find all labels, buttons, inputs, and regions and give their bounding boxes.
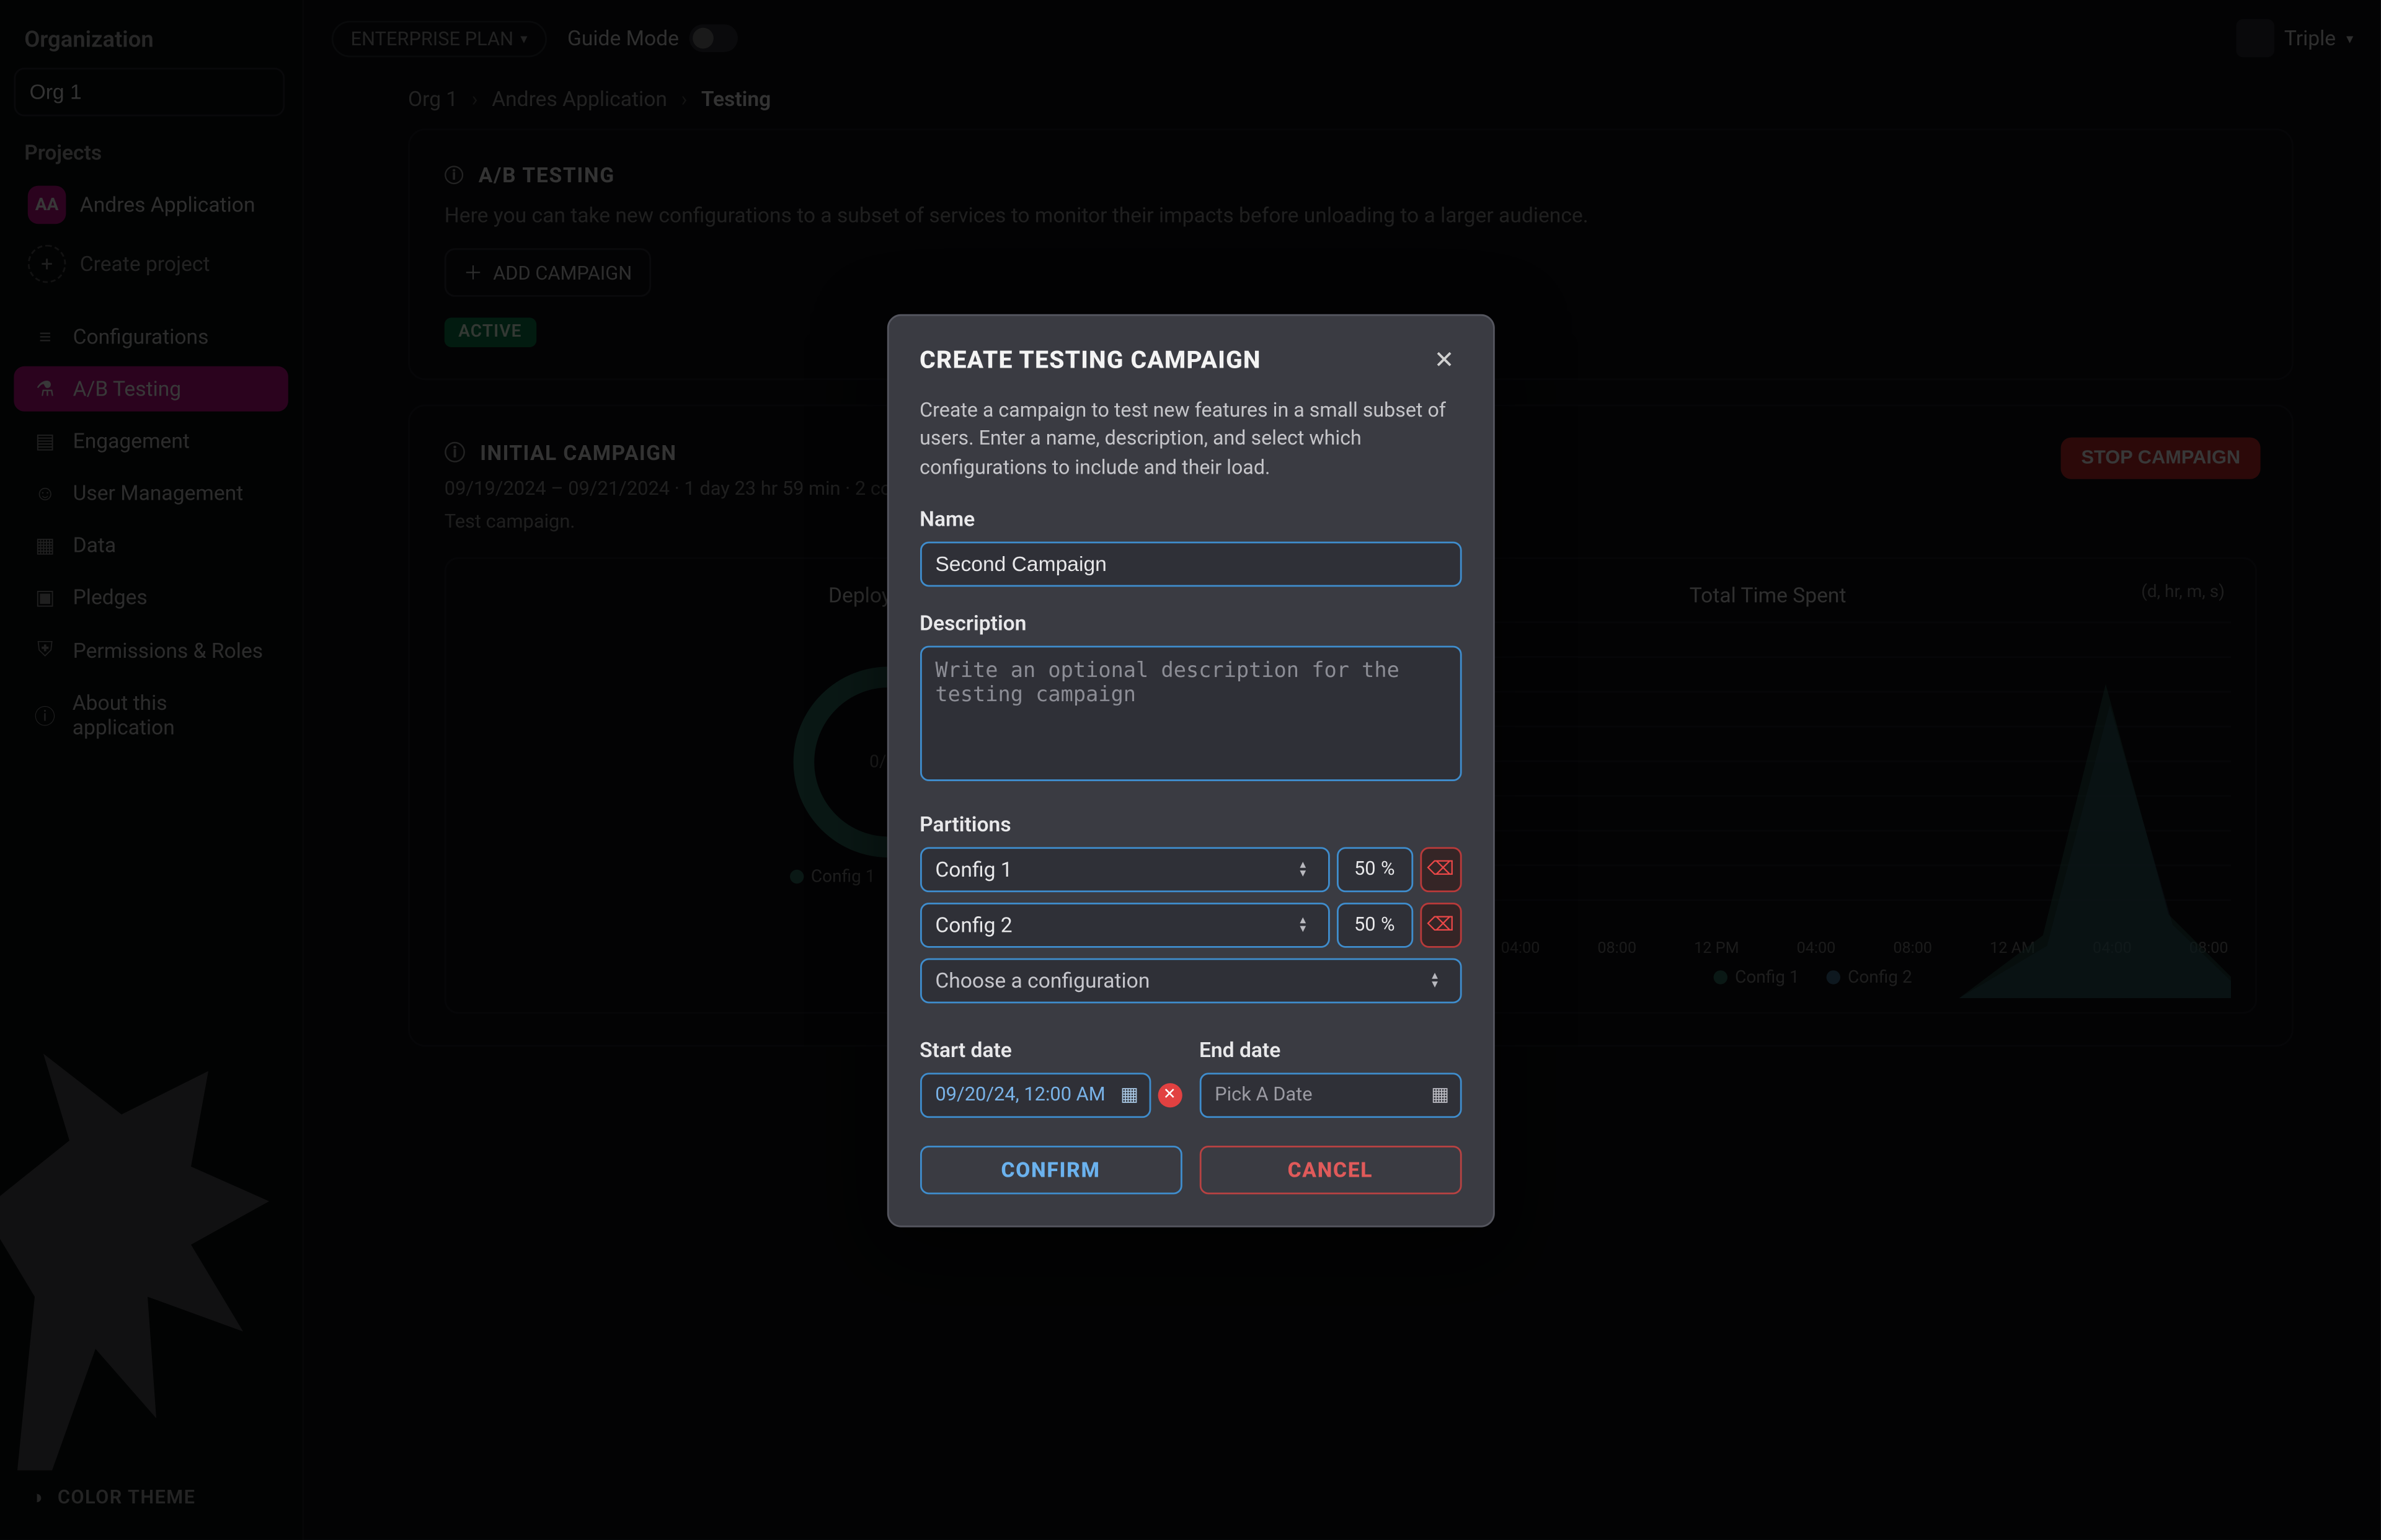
delete-icon: ⌫ xyxy=(1427,857,1454,880)
close-icon: ✕ xyxy=(1163,1086,1176,1104)
stepper-icon: ▴▾ xyxy=(1300,861,1313,878)
pct-suffix: % xyxy=(1381,857,1395,880)
delete-icon: ⌫ xyxy=(1427,913,1454,936)
partition-percent-input[interactable]: 50 % xyxy=(1336,902,1412,947)
selected-config: Config 1 xyxy=(935,857,1012,881)
end-date-placeholder: Pick A Date xyxy=(1215,1083,1312,1105)
partition-config-select[interactable]: Config 2 ▴▾ xyxy=(920,902,1329,947)
stepper-icon: ▴▾ xyxy=(1432,971,1445,989)
calendar-icon: ▦ xyxy=(1431,1083,1449,1105)
campaign-name-input[interactable] xyxy=(920,541,1461,586)
start-date-value: 09/20/24, 12:00 AM xyxy=(935,1083,1105,1105)
description-label: Description xyxy=(920,610,1461,634)
partition-config-select[interactable]: Choose a configuration ▴▾ xyxy=(920,957,1461,1002)
partition-row: Config 2 ▴▾ 50 % ⌫ xyxy=(920,902,1461,947)
cancel-label: CANCEL xyxy=(1288,1157,1373,1181)
end-date-label: End date xyxy=(1199,1037,1461,1061)
partitions-label: Partitions xyxy=(920,812,1461,836)
clear-date-button[interactable]: ✕ xyxy=(1158,1082,1182,1107)
confirm-label: CONFIRM xyxy=(1001,1157,1100,1181)
start-date-label: Start date xyxy=(920,1037,1182,1061)
name-label: Name xyxy=(920,506,1461,530)
partition-row-empty: Choose a configuration ▴▾ xyxy=(920,957,1461,1002)
pct-value: 50 xyxy=(1354,857,1376,880)
pct-value: 50 xyxy=(1354,913,1376,936)
stepper-icon: ▴▾ xyxy=(1300,916,1313,933)
delete-partition-button[interactable]: ⌫ xyxy=(1420,902,1461,947)
close-icon[interactable]: ✕ xyxy=(1427,343,1461,378)
modal-title: CREATE TESTING CAMPAIGN xyxy=(920,347,1261,374)
partition-config-select[interactable]: Config 1 ▴▾ xyxy=(920,846,1329,892)
confirm-button[interactable]: CONFIRM xyxy=(920,1145,1182,1193)
select-placeholder: Choose a configuration xyxy=(935,968,1150,992)
modal-description: Create a campaign to test new features i… xyxy=(920,395,1461,482)
start-date-input[interactable]: 09/20/24, 12:00 AM ▦ xyxy=(920,1072,1150,1117)
partition-row: Config 1 ▴▾ 50 % ⌫ xyxy=(920,846,1461,892)
create-campaign-modal: CREATE TESTING CAMPAIGN ✕ Create a campa… xyxy=(887,314,1494,1227)
delete-partition-button[interactable]: ⌫ xyxy=(1420,846,1461,892)
partition-percent-input[interactable]: 50 % xyxy=(1336,846,1412,892)
end-date-input[interactable]: Pick A Date ▦ xyxy=(1199,1072,1461,1117)
selected-config: Config 2 xyxy=(935,913,1012,937)
cancel-button[interactable]: CANCEL xyxy=(1199,1145,1461,1193)
pct-suffix: % xyxy=(1381,913,1395,936)
calendar-icon: ▦ xyxy=(1120,1083,1138,1105)
campaign-description-input[interactable] xyxy=(920,645,1461,780)
